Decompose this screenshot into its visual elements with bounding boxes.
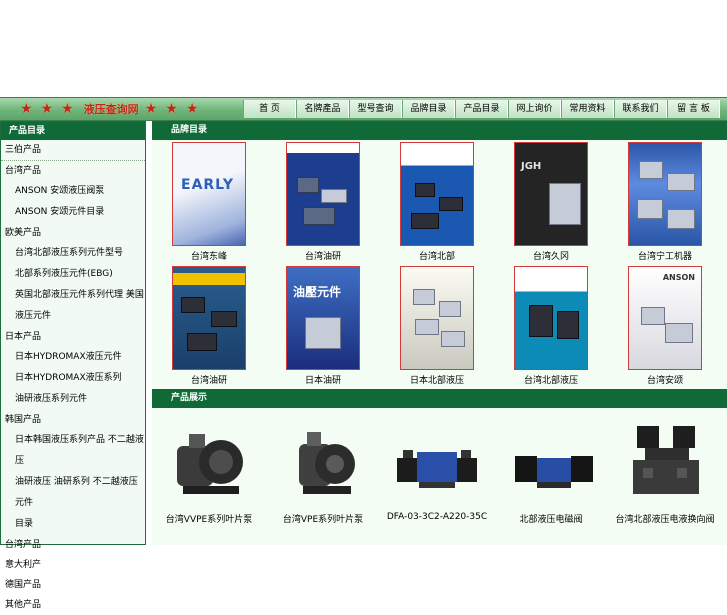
sidebar-link[interactable]: 油研液压系列元件	[1, 389, 145, 410]
sidebar-category[interactable]: 其他产品	[1, 595, 145, 615]
sidebar-category[interactable]: 台湾产品	[1, 535, 145, 555]
catalog-cover-image[interactable]	[628, 142, 702, 246]
cover-logo-text: ANSON	[662, 273, 695, 282]
sidebar-link[interactable]: 北部系列液压元件(EBG)	[1, 264, 145, 285]
sidebar-category[interactable]: 日本产品	[1, 327, 145, 347]
products-grid: 台湾VVPE系列叶片泵 台湾VPE系列叶片泵 DFA-03-3C2-A220-3…	[152, 408, 727, 545]
catalog-cover-image[interactable]: ANSON	[628, 266, 702, 370]
star-icon: ★	[185, 101, 199, 117]
sidebar-link[interactable]: ANSON 安颂元件目录	[1, 202, 145, 223]
sidebar-link[interactable]: 英国北部液压元件系列代理 美国液压元件	[1, 285, 145, 327]
catalog-cover-image[interactable]: EARLY	[172, 142, 246, 246]
star-icon: ★	[165, 101, 178, 117]
product-image[interactable]	[159, 416, 259, 506]
menu-item-product-catalog[interactable]: 产品目录	[455, 100, 508, 118]
catalog-cover-image[interactable]: JGH	[514, 142, 588, 246]
catalog-label[interactable]: 台湾宁工机器	[608, 249, 722, 262]
catalog-item[interactable]: JGH 台湾久冈	[494, 142, 608, 262]
catalog-cover-image[interactable]	[400, 142, 474, 246]
menu-item-contact[interactable]: 联系我们	[614, 100, 667, 118]
catalog-cover-image[interactable]	[286, 142, 360, 246]
product-label[interactable]: DFA-03-3C2-A220-35C	[380, 512, 494, 522]
catalog-cover-image[interactable]	[172, 266, 246, 370]
product-category-sidebar: 产品目录 三伯产品 台湾产品 ANSON 安颂液压阀泵 ANSON 安颂元件目录…	[0, 121, 146, 610]
menu-item-brand-catalog[interactable]: 品牌目录	[402, 100, 455, 118]
sidebar-link[interactable]: 油研液压 油研系列 不二越液压元件	[1, 472, 145, 514]
product-item[interactable]: 台湾VPE系列叶片泵	[266, 416, 380, 525]
catalog-section-heading: 品牌目录	[152, 121, 727, 140]
star-icon: ★	[61, 101, 74, 117]
catalog-label[interactable]: 日本北部液压	[380, 373, 494, 386]
products-section-heading: 产品展示	[152, 389, 727, 408]
brand-banner[interactable]: ★ ★ ★ 液压查询网 ★ ★ ★	[0, 98, 242, 120]
product-image[interactable]	[387, 416, 487, 506]
menu-item-resources[interactable]: 常用资料	[561, 100, 614, 118]
catalog-label[interactable]: 台湾久冈	[494, 249, 608, 262]
catalog-label[interactable]: 台湾油研	[266, 249, 380, 262]
product-label[interactable]: 北部液压电磁阀	[494, 512, 608, 525]
main-menu: 首 页 名牌產品 型号查询 品牌目录 产品目录 网上询价 常用资料 联系我们 留…	[243, 100, 720, 118]
catalog-item[interactable]: 台湾油研	[152, 266, 266, 386]
product-item[interactable]: DFA-03-3C2-A220-35C	[380, 416, 494, 522]
catalog-label[interactable]: 台湾安颂	[608, 373, 722, 386]
menu-item-guestbook[interactable]: 留 言 板	[667, 100, 720, 118]
catalog-cover-image[interactable]	[400, 266, 474, 370]
catalog-item[interactable]: 日本北部液压	[380, 266, 494, 386]
catalog-cover-image[interactable]: 油壓元件	[286, 266, 360, 370]
sidebar-heading: 产品目录	[1, 122, 145, 140]
main-content: 品牌目录 EARLY 台湾东峰 台湾油研 台湾北部 JGH 台湾久冈 台湾宁工机…	[152, 121, 727, 545]
sidebar-link[interactable]: ANSON 安颂液压阀泵	[1, 181, 145, 202]
product-label[interactable]: 台湾VVPE系列叶片泵	[152, 512, 266, 525]
product-item[interactable]: 北部液压电磁阀	[494, 416, 608, 525]
catalog-grid: EARLY 台湾东峰 台湾油研 台湾北部 JGH 台湾久冈 台湾宁工机器 台湾油…	[152, 140, 727, 390]
catalog-item[interactable]: 台湾北部液压	[494, 266, 608, 386]
sidebar-category[interactable]: 意大利产	[1, 555, 145, 575]
sidebar-category[interactable]: 三伯产品	[1, 140, 145, 161]
sidebar-category[interactable]: 德国产品	[1, 575, 145, 595]
sidebar-link[interactable]: 日本HYDROMAX液压元件	[1, 347, 145, 368]
catalog-item[interactable]: 台湾宁工机器	[608, 142, 722, 262]
catalog-item[interactable]: EARLY 台湾东峰	[152, 142, 266, 262]
product-item[interactable]: 台湾VVPE系列叶片泵	[152, 416, 266, 525]
catalog-label[interactable]: 台湾东峰	[152, 249, 266, 262]
sidebar-category[interactable]: 韩国产品	[1, 410, 145, 430]
catalog-label[interactable]: 日本油研	[266, 373, 380, 386]
catalog-label[interactable]: 台湾油研	[152, 373, 266, 386]
sidebar-category[interactable]: 台湾产品	[1, 161, 145, 181]
catalog-item[interactable]: 台湾北部	[380, 142, 494, 262]
catalog-item[interactable]: ANSON 台湾安颂	[608, 266, 722, 386]
site-title: 液压查询网	[83, 103, 139, 116]
menu-item-brand-products[interactable]: 名牌產品	[296, 100, 349, 118]
product-label[interactable]: 台湾VPE系列叶片泵	[266, 512, 380, 525]
sidebar-category[interactable]: 欧美产品	[1, 223, 145, 243]
product-image[interactable]	[273, 416, 373, 506]
top-nav-bar: ★ ★ ★ 液压查询网 ★ ★ ★ 首 页 名牌產品 型号查询 品牌目录 产品目…	[0, 97, 727, 121]
menu-item-home[interactable]: 首 页	[243, 100, 296, 118]
menu-item-model-search[interactable]: 型号查询	[349, 100, 402, 118]
catalog-item[interactable]: 台湾油研	[266, 142, 380, 262]
catalog-item[interactable]: 油壓元件 日本油研	[266, 266, 380, 386]
sidebar-link[interactable]: 日本韩国液压系列产品 不二越液压	[1, 430, 145, 472]
menu-item-online-inquiry[interactable]: 网上询价	[508, 100, 561, 118]
star-icon: ★	[40, 101, 54, 117]
cover-logo-text: JGH	[521, 161, 542, 172]
sidebar-link[interactable]: 目录	[1, 514, 145, 535]
star-icon: ★	[20, 101, 33, 117]
catalog-cover-image[interactable]	[514, 266, 588, 370]
product-item[interactable]: 台湾北部液压电液换向阀	[608, 416, 722, 525]
sidebar-link[interactable]: 日本HYDROMAX液压系列	[1, 368, 145, 389]
cover-title-text: 油壓元件	[293, 285, 342, 299]
product-label[interactable]: 台湾北部液压电液换向阀	[608, 512, 722, 525]
cover-logo-text: EARLY	[181, 177, 235, 193]
star-icon: ★	[144, 101, 158, 117]
sidebar-link[interactable]: 台湾北部液压系列元件型号	[1, 243, 145, 264]
product-image[interactable]	[501, 416, 601, 506]
catalog-label[interactable]: 台湾北部液压	[494, 373, 608, 386]
product-image[interactable]	[615, 416, 715, 506]
catalog-label[interactable]: 台湾北部	[380, 249, 494, 262]
